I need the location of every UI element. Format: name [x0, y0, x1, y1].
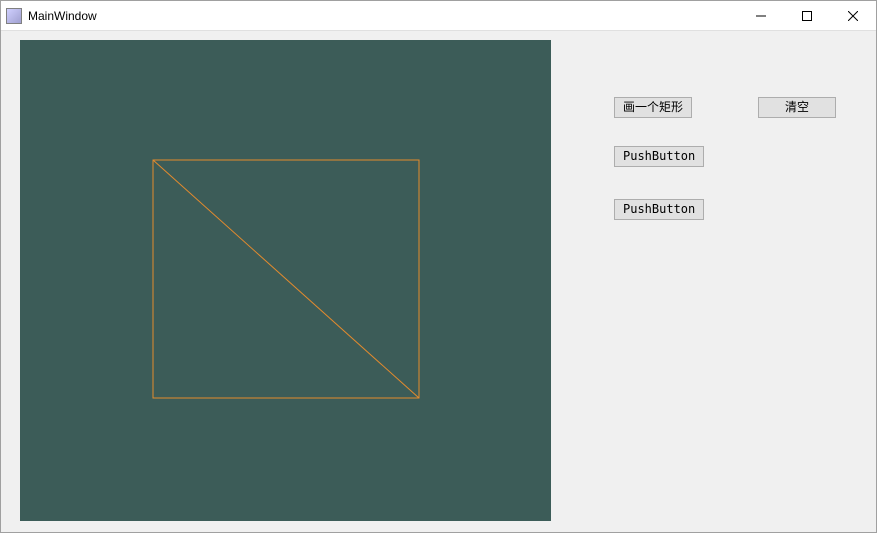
- window-controls: [738, 1, 876, 30]
- clear-button[interactable]: 清空: [758, 97, 836, 118]
- window-title: MainWindow: [28, 9, 738, 23]
- titlebar: MainWindow: [1, 1, 876, 31]
- maximize-icon: [802, 11, 812, 21]
- close-icon: [848, 11, 858, 21]
- canvas-svg: [20, 40, 551, 521]
- draw-rectangle-button[interactable]: 画一个矩形: [614, 97, 692, 118]
- push-button-1[interactable]: PushButton: [614, 146, 704, 167]
- maximize-button[interactable]: [784, 1, 830, 30]
- drawn-diagonal: [153, 160, 419, 398]
- drawing-canvas: [20, 40, 551, 521]
- close-button[interactable]: [830, 1, 876, 30]
- minimize-button[interactable]: [738, 1, 784, 30]
- client-area: 画一个矩形 清空 PushButton PushButton: [1, 31, 876, 532]
- push-button-2[interactable]: PushButton: [614, 199, 704, 220]
- main-window: MainWindow 画一个矩形 清空 PushButton PushButto…: [0, 0, 877, 533]
- app-icon: [6, 8, 22, 24]
- minimize-icon: [756, 11, 766, 21]
